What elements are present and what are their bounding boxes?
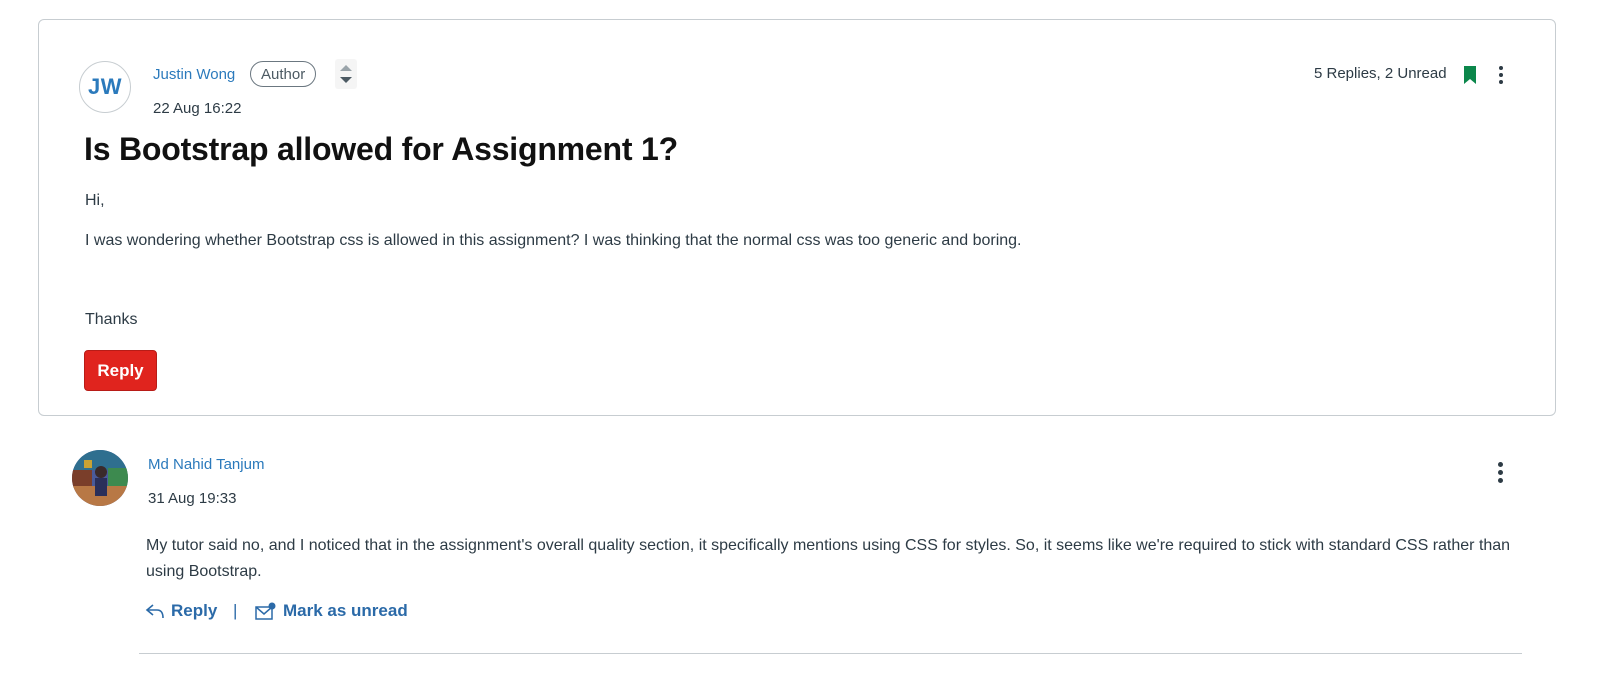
reply-count-summary: 5 Replies, 2 Unread <box>1314 65 1447 82</box>
topic-title: Is Bootstrap allowed for Assignment 1? <box>84 131 678 167</box>
author-avatar[interactable]: JW <box>79 61 131 113</box>
sort-up-icon <box>340 65 352 71</box>
reply-author-name-link[interactable]: Md Nahid Tanjum <box>148 456 264 473</box>
bookmark-icon[interactable] <box>1463 66 1477 89</box>
mail-unread-icon <box>255 602 276 620</box>
topic-body-greeting: Hi, <box>85 192 105 209</box>
reply-button[interactable]: Reply <box>84 350 157 391</box>
reply-author-avatar[interactable] <box>72 450 128 506</box>
mark-as-unread-label: Mark as unread <box>283 601 408 620</box>
reply-date: 31 Aug 19:33 <box>148 490 237 507</box>
reply-to-reply-button[interactable]: Reply <box>145 601 217 621</box>
topic-body-text: I was wondering whether Bootstrap css is… <box>85 232 1022 249</box>
sort-down-icon <box>340 77 352 83</box>
topic-options-icon[interactable] <box>1492 64 1510 86</box>
reply-body: My tutor said no, and I noticed that in … <box>146 537 1511 580</box>
action-separator: | <box>233 601 238 620</box>
topic-body-signoff: Thanks <box>85 311 138 328</box>
sort-toggle-button[interactable] <box>335 59 357 89</box>
author-role-badge: Author <box>250 61 317 87</box>
author-name-link[interactable]: Justin Wong <box>153 66 235 83</box>
mark-as-unread-button[interactable]: Mark as unread <box>255 601 408 621</box>
divider <box>139 653 1522 654</box>
reply-arrow-icon <box>145 604 164 619</box>
reply-link-label: Reply <box>171 601 218 620</box>
post-date: 22 Aug 16:22 <box>153 100 242 117</box>
reply-options-icon[interactable] <box>1491 460 1509 484</box>
